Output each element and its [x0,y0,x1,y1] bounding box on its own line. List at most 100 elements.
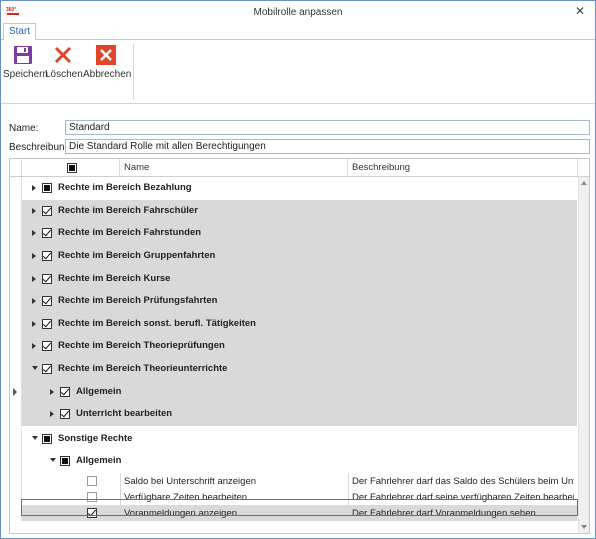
row-selector-cell[interactable] [10,403,22,426]
expand-arrow-icon[interactable] [50,388,54,395]
tree-group-row[interactable]: Allgemein [10,450,577,473]
column-divider [348,472,349,489]
group-checkbox[interactable] [42,318,52,329]
scroll-down-arrow-icon[interactable] [581,525,587,529]
tree-group-row[interactable]: Sonstige Rechte [10,427,577,451]
permission-description: Der Fahrlehrer darf das Saldo des Schüle… [352,475,574,487]
group-label: Sonstige Rechte [58,432,133,444]
group-label: Rechte im Bereich Theorieunterrichte [58,363,228,375]
vertical-scrollbar[interactable] [578,177,589,533]
group-checkbox[interactable] [42,183,52,194]
column-header-name[interactable]: Name [120,159,348,176]
ribbon-tabstrip: Start [1,23,595,41]
row-selector-cell[interactable] [10,450,22,473]
tree-group-row[interactable]: Rechte im Bereich Fahrstunden [10,222,577,245]
group-checkbox[interactable] [60,456,70,467]
close-icon[interactable]: ✕ [573,4,587,18]
column-header-description[interactable]: Beschreibung [348,159,578,176]
row-selector-cell[interactable] [10,244,22,268]
tab-start[interactable]: Start [3,23,36,41]
group-label: Rechte im Bereich Fahrschüler [58,204,198,216]
tree-group-row[interactable]: Allgemein [10,380,577,403]
tree-group-row[interactable]: Rechte im Bereich Theorieunterrichte [10,357,577,381]
row-selector-cell[interactable] [10,472,22,489]
column-divider [120,472,121,489]
select-all-checkbox[interactable] [67,163,77,173]
group-checkbox[interactable] [42,228,52,239]
expand-arrow-icon[interactable] [32,253,36,260]
save-button[interactable]: Speichern [3,44,49,80]
cancel-button[interactable]: Abbrechen [83,44,132,80]
tree-group-row[interactable]: Rechte im Bereich Prüfungsfahrten [10,290,577,313]
tree-group-row[interactable]: Rechte im Bereich Theorieprüfungen [10,335,577,358]
row-selector-cell[interactable] [10,427,22,451]
group-checkbox[interactable] [42,205,52,216]
expand-arrow-icon[interactable] [32,320,36,327]
group-label: Rechte im Bereich Prüfungsfahrten [58,295,218,307]
group-label: Rechte im Bereich Gruppenfahrten [58,250,216,262]
row-selector-cell[interactable] [10,335,22,358]
save-label: Speichern [3,69,49,80]
description-field[interactable] [65,139,590,154]
collapse-arrow-icon[interactable] [32,366,38,371]
ribbon-divider [133,44,134,100]
name-field[interactable] [65,120,590,135]
group-checkbox[interactable] [42,251,52,262]
group-checkbox[interactable] [60,386,70,397]
table-row[interactable]: Saldo bei Unterschrift anzeigen Der Fahrl… [10,472,577,489]
collapse-arrow-icon[interactable] [32,435,38,440]
expand-arrow-icon[interactable] [32,230,36,237]
scroll-up-arrow-icon[interactable] [581,181,587,185]
floppy-disk-icon [14,46,32,64]
red-x-icon [54,46,72,64]
window-title: Mobilrolle anpassen [253,7,343,18]
group-label: Unterricht bearbeiten [76,408,173,420]
delete-button[interactable]: Löschen [45,44,83,80]
group-checkbox[interactable] [42,296,52,307]
tree-group-row[interactable]: Unterricht bearbeiten [10,403,577,426]
cancel-label: Abbrechen [83,69,132,80]
group-label: Rechte im Bereich Kurse [58,272,171,284]
header-indicator-cell [10,159,22,176]
tree-group-row[interactable]: Rechte im Bereich Fahrschüler [10,199,577,223]
expand-arrow-icon[interactable] [32,298,36,305]
description-label: Beschreibung [9,142,71,153]
expand-arrow-icon[interactable] [32,275,36,282]
row-selector-cell[interactable] [10,267,22,290]
dialog-window: 360° Mobilrolle anpassen ✕ Start Speiche… [0,0,596,539]
row-selector-cell[interactable] [10,290,22,313]
expand-arrow-icon[interactable] [32,343,36,350]
row-selector-cell[interactable] [10,177,22,200]
expand-arrow-icon[interactable] [32,185,36,192]
tree-group-row[interactable]: Rechte im Bereich sonst. berufl. Tätigke… [10,312,577,336]
group-label: Rechte im Bereich Fahrstunden [58,227,202,239]
title-bar: 360° Mobilrolle anpassen ✕ [1,1,595,23]
row-selector-cell[interactable] [10,312,22,336]
permission-name: Saldo bei Unterschrift anzeigen [124,475,257,487]
group-checkbox[interactable] [42,273,52,284]
grid-header: Name Beschreibung [10,159,589,177]
expand-arrow-icon[interactable] [50,411,54,418]
group-checkbox[interactable] [42,433,52,444]
header-select-all-cell [22,159,120,176]
row-selector-cell[interactable] [10,357,22,381]
group-label: Allgemein [76,385,122,397]
cancel-box-icon [96,45,116,65]
row-selector-cell[interactable] [10,380,22,403]
row-selector-cell[interactable] [10,199,22,223]
expand-arrow-icon[interactable] [32,207,36,214]
tree-group-row[interactable]: Rechte im Bereich Kurse [10,267,577,290]
permission-checkbox[interactable] [87,475,97,486]
group-checkbox[interactable] [60,409,70,420]
current-row-indicator-icon [13,387,17,396]
ribbon: Speichern Löschen Abbrechen [1,40,595,104]
tree-group-row[interactable]: Rechte im Bereich Gruppenfahrten [10,244,577,268]
row-selector-cell[interactable] [10,222,22,245]
group-label: Rechte im Bereich Bezahlung [58,182,192,194]
collapse-arrow-icon[interactable] [50,458,56,463]
tree-group-row[interactable]: Rechte im Bereich Bezahlung [10,177,577,200]
name-label: Name: [9,123,39,134]
group-checkbox[interactable] [42,341,52,352]
group-label: Allgemein [76,455,122,467]
group-checkbox[interactable] [42,364,52,375]
